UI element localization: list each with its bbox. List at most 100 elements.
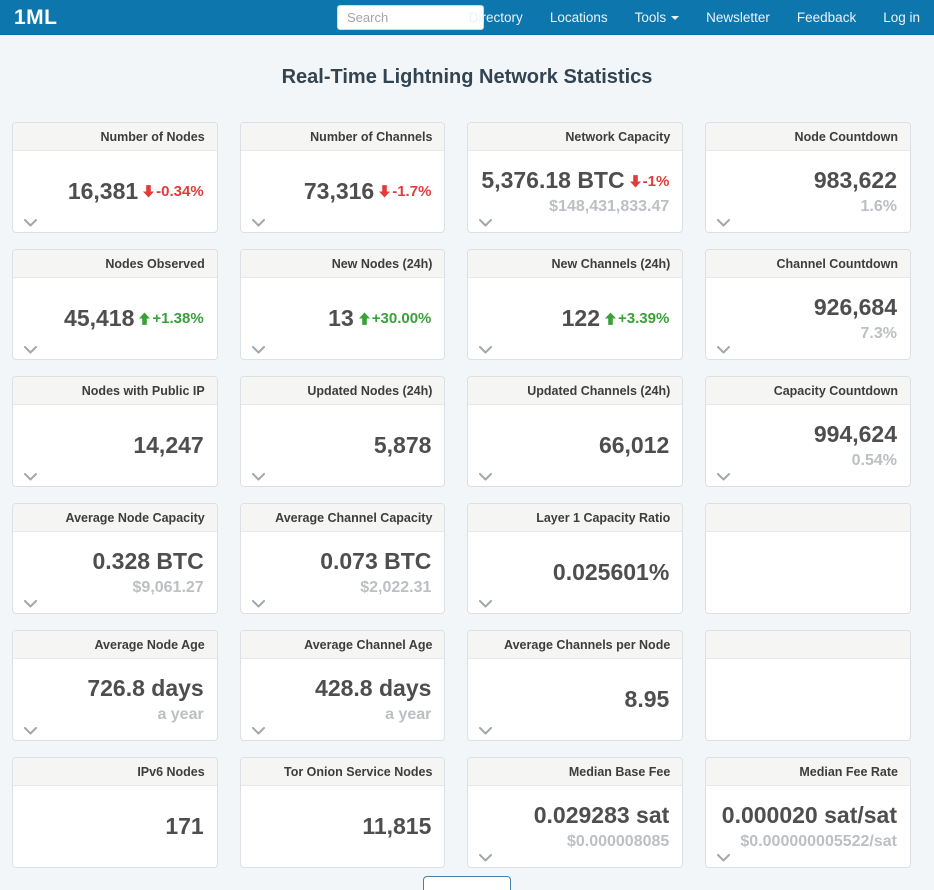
- chevron-down-icon[interactable]: [717, 219, 730, 227]
- stat-card-body: 0.000020 sat/sat $0.000000005522/sat: [706, 786, 910, 867]
- stat-card-body: 726.8 days a year: [13, 659, 217, 740]
- footer: [0, 876, 934, 890]
- stat-value: 73,316: [304, 178, 374, 205]
- stat-value-line: 5,376.18 BTC -1%: [481, 167, 669, 194]
- arrow-down-icon: [143, 185, 154, 198]
- stat-card: New Channels (24h) 122 +3.39%: [467, 249, 683, 360]
- stat-card: Average Channels per Node 8.95: [467, 630, 683, 741]
- nav-link-feedback[interactable]: Feedback: [797, 0, 856, 35]
- chevron-down-icon[interactable]: [717, 854, 730, 862]
- stat-value-line: 16,381 -0.34%: [68, 178, 204, 205]
- stat-card: Number of Nodes 16,381 -0.34%: [12, 122, 218, 233]
- stat-sub-value: 7.3%: [861, 325, 897, 343]
- chevron-down-icon[interactable]: [24, 473, 37, 481]
- nav-link-label: Tools: [635, 0, 667, 35]
- arrow-up-icon: [139, 312, 150, 325]
- stat-value: 428.8 days: [315, 675, 431, 702]
- chevron-down-icon[interactable]: [24, 219, 37, 227]
- stat-card-title: Median Base Fee: [468, 758, 682, 786]
- chevron-down-icon[interactable]: [252, 600, 265, 608]
- stat-card-title: Average Channel Age: [241, 631, 445, 659]
- chevron-down-icon[interactable]: [717, 473, 730, 481]
- more-button[interactable]: [423, 876, 511, 890]
- stat-card-title: Capacity Countdown: [706, 377, 910, 405]
- stat-change-percent: +30.00%: [372, 310, 432, 327]
- stat-card-title: Layer 1 Capacity Ratio: [468, 504, 682, 532]
- stat-change-percent: +1.38%: [152, 310, 203, 327]
- stat-card: Median Base Fee 0.029283 sat $0.00000808…: [467, 757, 683, 868]
- stat-card-title: Network Capacity: [468, 123, 682, 151]
- stat-card: Channel Countdown 926,684 7.3%: [705, 249, 911, 360]
- stat-value-line: 14,247: [133, 432, 203, 459]
- brand-logo[interactable]: 1ML: [14, 0, 58, 35]
- stat-card-body: 5,376.18 BTC -1% $148,431,833.47: [468, 151, 682, 232]
- stat-card: Network Capacity 5,376.18 BTC -1% $148,4…: [467, 122, 683, 233]
- stat-card: Node Countdown 983,622 1.6%: [705, 122, 911, 233]
- stat-value-line: 0.328 BTC: [92, 548, 203, 575]
- stat-card-title: New Nodes (24h): [241, 250, 445, 278]
- stat-value-line: 0.000020 sat/sat: [722, 802, 897, 829]
- stat-sub-value: a year: [157, 706, 203, 724]
- chevron-down-icon[interactable]: [252, 346, 265, 354]
- stat-card: [705, 503, 911, 614]
- stat-value-line: 0.029283 sat: [534, 802, 670, 829]
- twitter-icon[interactable]: [425, 9, 442, 26]
- stat-card: Number of Channels 73,316 -1.7%: [240, 122, 446, 233]
- chevron-down-icon[interactable]: [24, 727, 37, 735]
- stat-change: -0.34%: [143, 183, 204, 200]
- stat-card-title: Tor Onion Service Nodes: [241, 758, 445, 786]
- chevron-down-icon[interactable]: [479, 600, 492, 608]
- nav-link-newsletter[interactable]: Newsletter: [706, 0, 770, 35]
- stat-value-line: 926,684: [814, 294, 897, 321]
- chevron-down-icon[interactable]: [479, 854, 492, 862]
- stat-sub-value: $0.000000005522/sat: [740, 833, 897, 851]
- stat-value-line: 8.95: [625, 686, 670, 713]
- nav-link-login[interactable]: Log in: [883, 0, 920, 35]
- stat-value-line: 5,878: [374, 432, 432, 459]
- stat-card: Nodes Observed 45,418 +1.38%: [12, 249, 218, 360]
- nav-link-label: Locations: [550, 0, 608, 35]
- stat-card-body: 66,012: [468, 405, 682, 486]
- stat-change-percent: -1.7%: [392, 183, 431, 200]
- stat-sub-value: 1.6%: [861, 198, 897, 216]
- stat-card: Updated Channels (24h) 66,012: [467, 376, 683, 487]
- chevron-down-icon[interactable]: [479, 219, 492, 227]
- chevron-down-icon[interactable]: [252, 727, 265, 735]
- stat-card-title: Number of Channels: [241, 123, 445, 151]
- stat-card-body: 0.073 BTC $2,022.31: [241, 532, 445, 613]
- chevron-down-icon[interactable]: [717, 346, 730, 354]
- stat-card-body: 14,247: [13, 405, 217, 486]
- stat-card-title: [706, 504, 910, 532]
- chevron-down-icon[interactable]: [24, 600, 37, 608]
- stat-value: 8.95: [625, 686, 670, 713]
- stat-card-body: 5,878: [241, 405, 445, 486]
- stat-change-percent: -1%: [643, 173, 670, 190]
- nav-link-directory[interactable]: Directory: [469, 0, 523, 35]
- stat-change: +3.39%: [605, 310, 669, 327]
- chevron-down-icon[interactable]: [252, 473, 265, 481]
- chevron-down-icon[interactable]: [24, 346, 37, 354]
- stat-card-body: 171: [13, 786, 217, 867]
- stat-change: -1.7%: [379, 183, 431, 200]
- chevron-down-icon[interactable]: [252, 219, 265, 227]
- nav-link-locations[interactable]: Locations: [550, 0, 608, 35]
- stat-value: 11,815: [362, 813, 431, 840]
- stat-value-line: 0.073 BTC: [320, 548, 431, 575]
- stat-card-title: Number of Nodes: [13, 123, 217, 151]
- stat-card-body: 16,381 -0.34%: [13, 151, 217, 232]
- stat-sub-value: $148,431,833.47: [549, 198, 669, 216]
- nav-link-label: Log in: [883, 0, 920, 35]
- chevron-down-icon[interactable]: [479, 473, 492, 481]
- stat-value: 926,684: [814, 294, 897, 321]
- caret-down-icon: [671, 16, 679, 20]
- stat-card: Updated Nodes (24h) 5,878: [240, 376, 446, 487]
- stat-value: 0.073 BTC: [320, 548, 431, 575]
- chevron-down-icon[interactable]: [479, 346, 492, 354]
- stat-card-title: [706, 631, 910, 659]
- stat-value: 13: [328, 305, 354, 332]
- chevron-down-icon[interactable]: [479, 727, 492, 735]
- stat-value-line: 11,815: [362, 813, 431, 840]
- stat-value-line: 66,012: [599, 432, 669, 459]
- stats-grid: Number of Nodes 16,381 -0.34% Number of …: [12, 122, 911, 868]
- nav-link-tools[interactable]: Tools: [635, 0, 680, 35]
